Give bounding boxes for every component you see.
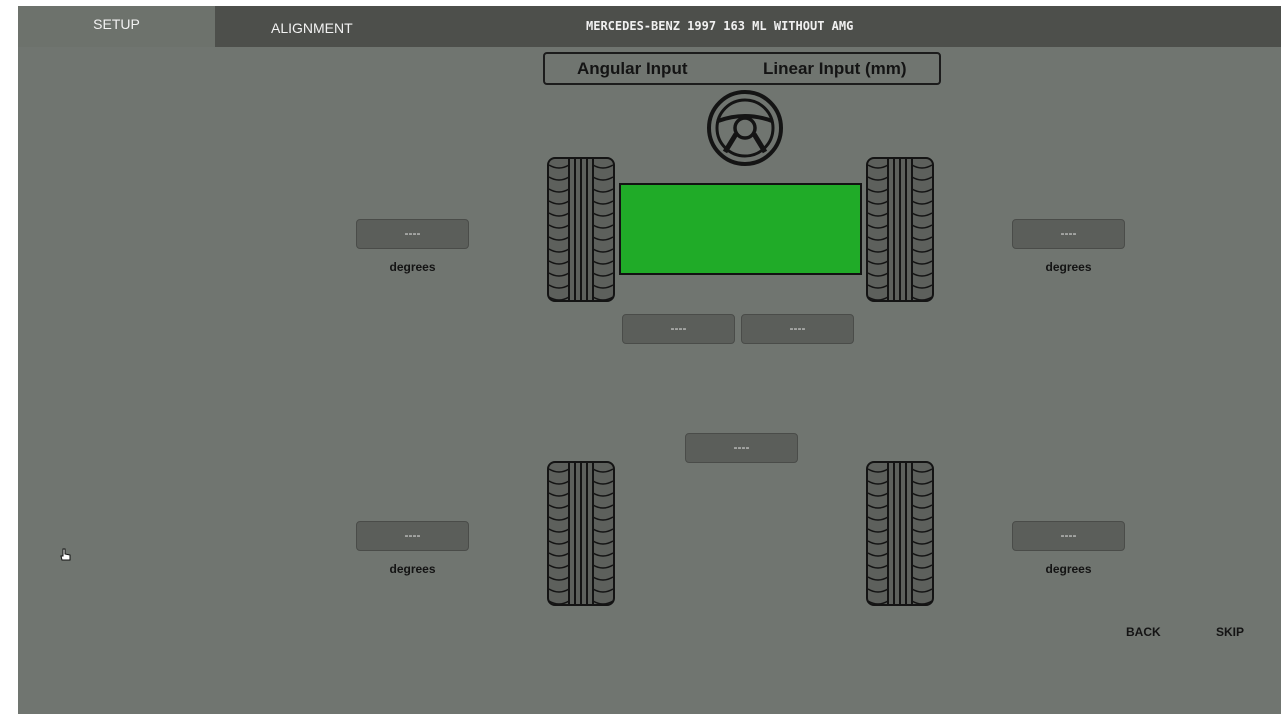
angular-input-option[interactable]: Angular Input <box>577 54 687 83</box>
front-left-reading[interactable]: ---- <box>356 219 469 249</box>
front-left-tire-icon <box>547 157 615 302</box>
front-right-tire-icon <box>866 157 934 302</box>
front-right-reading[interactable]: ---- <box>1012 219 1125 249</box>
rear-total-reading[interactable]: ---- <box>685 433 798 463</box>
front-toe-right-reading[interactable]: ---- <box>741 314 854 344</box>
rear-right-tire-icon <box>866 461 934 606</box>
top-bar: SETUP ALIGNMENT MERCEDES-BENZ 1997 163 M… <box>18 6 1281 47</box>
input-mode-toggle: Angular Input Linear Input (mm) <box>543 52 941 85</box>
steering-wheel-icon <box>707 90 783 166</box>
front-left-unit: degrees <box>389 260 436 274</box>
hand-cursor-icon <box>60 548 71 561</box>
linear-input-option[interactable]: Linear Input (mm) <box>763 54 907 83</box>
vehicle-chassis <box>619 183 862 275</box>
front-toe-left-reading[interactable]: ---- <box>622 314 735 344</box>
rear-left-tire-icon <box>547 461 615 606</box>
tab-setup[interactable]: SETUP <box>18 6 215 47</box>
alignment-app: SETUP ALIGNMENT MERCEDES-BENZ 1997 163 M… <box>18 6 1281 714</box>
rear-right-reading[interactable]: ---- <box>1012 521 1125 551</box>
vehicle-title: MERCEDES-BENZ 1997 163 ML WITHOUT AMG <box>586 19 854 33</box>
skip-button[interactable]: SKIP <box>1216 625 1244 639</box>
tab-alignment[interactable]: ALIGNMENT <box>215 6 415 47</box>
back-button[interactable]: BACK <box>1126 625 1161 639</box>
rear-right-unit: degrees <box>1045 562 1092 576</box>
front-right-unit: degrees <box>1045 260 1092 274</box>
rear-left-reading[interactable]: ---- <box>356 521 469 551</box>
rear-left-unit: degrees <box>389 562 436 576</box>
